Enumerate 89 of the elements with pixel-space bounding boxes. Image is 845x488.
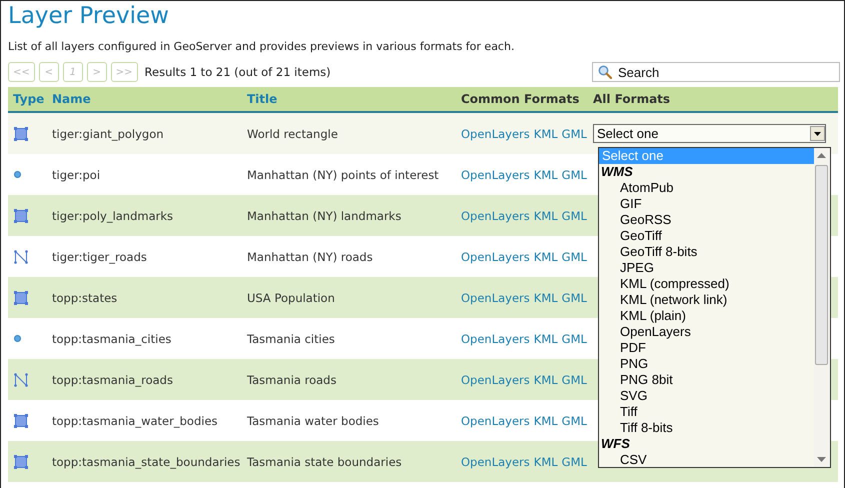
results-summary: Results 1 to 21 (out of 21 items) xyxy=(144,65,331,79)
polygon-icon xyxy=(14,126,28,140)
scroll-thumb[interactable] xyxy=(815,165,828,365)
search-field[interactable]: Search xyxy=(592,62,840,82)
format-link[interactable]: OpenLayers xyxy=(461,290,530,304)
format-link[interactable]: KML xyxy=(534,168,558,182)
format-link[interactable]: KML xyxy=(534,250,558,264)
format-link[interactable]: KML xyxy=(534,414,558,428)
layer-name: tiger:poly_landmarks xyxy=(52,208,174,222)
format-link[interactable]: GML xyxy=(562,250,587,264)
line-icon xyxy=(14,372,28,386)
format-link[interactable]: OpenLayers xyxy=(461,126,530,140)
polygon-icon xyxy=(14,290,28,304)
column-header: Common Formats xyxy=(461,92,580,106)
dropdown-option[interactable]: PDF xyxy=(599,340,814,356)
option-group-label: WMS xyxy=(600,164,634,180)
layer-title: Tasmania roads xyxy=(247,372,338,386)
format-link[interactable]: KML xyxy=(534,372,558,386)
dropdown-option[interactable]: KML (plain) xyxy=(599,308,814,324)
layer-name: topp:tasmania_state_boundaries xyxy=(52,454,242,468)
layer-name: topp:tasmania_roads xyxy=(52,372,174,386)
scroll-down-icon xyxy=(817,457,826,462)
page-title: Layer Preview xyxy=(8,2,170,31)
dropdown-option[interactable]: AtomPub xyxy=(599,180,814,196)
format-link[interactable]: OpenLayers xyxy=(461,168,530,182)
format-select[interactable]: Select one xyxy=(593,124,826,143)
format-link[interactable]: KML xyxy=(534,126,558,140)
layer-title: Manhattan (NY) landmarks xyxy=(247,208,402,222)
layer-title: Tasmania cities xyxy=(247,332,336,346)
format-link[interactable]: KML xyxy=(534,208,558,222)
search-input[interactable]: Search xyxy=(618,64,818,80)
dropdown-option[interactable]: KML (compressed) xyxy=(599,276,814,292)
format-link[interactable]: KML xyxy=(534,454,558,468)
column-header: All Formats xyxy=(593,92,672,106)
layer-name: topp:tasmania_cities xyxy=(52,332,172,346)
format-link[interactable]: GML xyxy=(562,290,587,304)
search-icon xyxy=(598,65,612,79)
layer-name: tiger:tiger_roads xyxy=(52,250,148,264)
dropdown-option[interactable]: PNG xyxy=(599,356,814,372)
layer-title: World rectangle xyxy=(247,126,339,140)
layer-title: Manhattan (NY) points of interest xyxy=(247,168,440,182)
layer-name: tiger:giant_polygon xyxy=(52,126,165,140)
option-group-label: WFS xyxy=(600,436,631,452)
line-icon xyxy=(14,250,28,264)
page-description: List of all layers configured in GeoServer and provides previews in various formats for each. xyxy=(8,40,516,54)
dropdown-option[interactable]: OpenLayers xyxy=(599,324,814,340)
polygon-icon xyxy=(14,454,28,468)
format-link[interactable]: GML xyxy=(562,126,587,140)
format-link[interactable]: GML xyxy=(562,208,587,222)
format-link[interactable]: GML xyxy=(562,372,587,386)
polygon-icon xyxy=(14,414,28,428)
point-icon xyxy=(14,171,21,178)
dropdown-option[interactable]: GIF xyxy=(599,196,814,212)
dropdown-option[interactable]: KML (network link) xyxy=(599,292,814,308)
dropdown-option[interactable]: JPEG xyxy=(599,260,814,276)
column-header[interactable]: Name xyxy=(52,92,247,106)
dropdown-option[interactable]: CSV xyxy=(599,452,814,468)
format-link[interactable]: OpenLayers xyxy=(461,372,530,386)
column-header[interactable]: Type xyxy=(8,92,52,106)
format-link[interactable]: GML xyxy=(562,168,587,182)
format-link[interactable]: OpenLayers xyxy=(461,454,530,468)
layer-title: Tasmania water bodies xyxy=(247,414,380,428)
polygon-icon xyxy=(14,208,28,222)
scrollbar[interactable] xyxy=(814,148,830,467)
layer-title: Tasmania state boundaries xyxy=(247,454,403,468)
dropdown-option[interactable]: SVG xyxy=(599,388,814,404)
format-link[interactable]: GML xyxy=(562,332,587,346)
dropdown-option[interactable]: Select one xyxy=(599,148,814,164)
dropdown-option[interactable]: GeoTiff xyxy=(599,228,814,244)
dropdown-option[interactable]: GeoRSS xyxy=(599,212,814,228)
format-link[interactable]: KML xyxy=(534,290,558,304)
format-link[interactable]: OpenLayers xyxy=(461,208,530,222)
format-link[interactable]: OpenLayers xyxy=(461,414,530,428)
format-link[interactable]: KML xyxy=(534,332,558,346)
dropdown-option[interactable]: PNG 8bit xyxy=(599,372,814,388)
format-link[interactable]: GML xyxy=(562,454,587,468)
layer-title: USA Population xyxy=(247,290,336,304)
point-icon xyxy=(14,335,21,342)
format-link[interactable]: OpenLayers xyxy=(461,250,530,264)
dropdown-option[interactable]: Tiff xyxy=(599,404,814,420)
layer-name: tiger:poi xyxy=(52,168,102,182)
format-link[interactable]: OpenLayers xyxy=(461,332,530,346)
column-header[interactable]: Title xyxy=(247,92,461,106)
dropdown-option[interactable]: Tiff 8-bits xyxy=(599,420,814,436)
layer-title: Manhattan (NY) roads xyxy=(247,250,374,264)
layer-name: topp:tasmania_water_bodies xyxy=(52,414,219,428)
dropdown-option[interactable]: GeoTiff 8-bits xyxy=(599,244,814,260)
layer-name: topp:states xyxy=(52,290,118,304)
format-link[interactable]: GML xyxy=(562,414,587,428)
